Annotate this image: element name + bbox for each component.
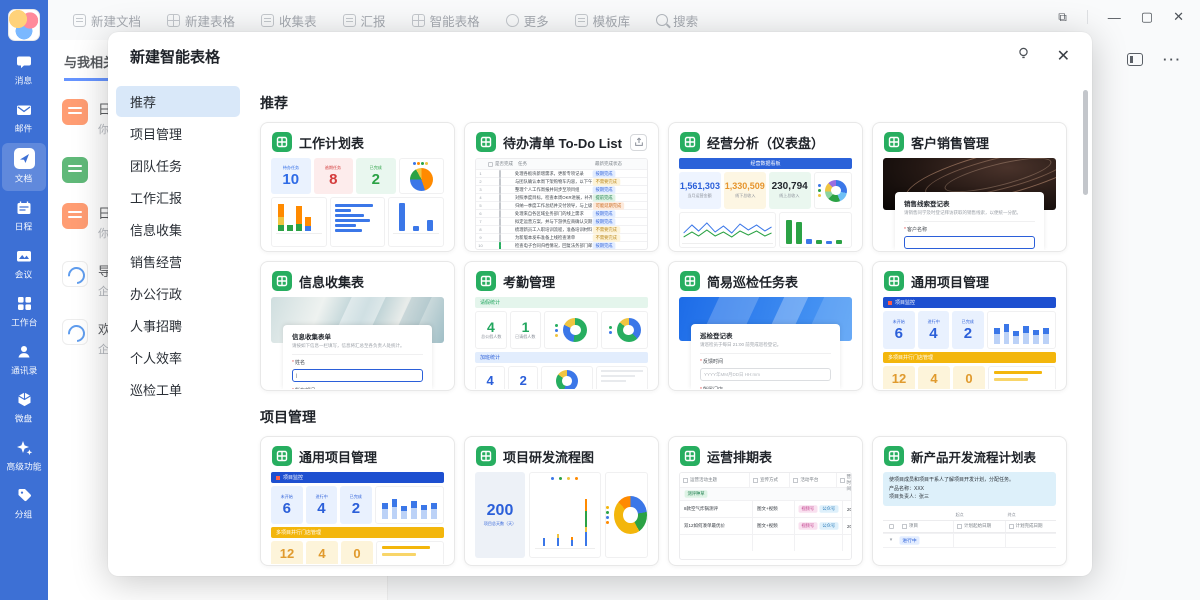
drive-icon: [15, 390, 34, 409]
modal-scrollbar[interactable]: [1083, 90, 1088, 195]
nav-personal-efficiency[interactable]: 个人效率: [116, 342, 240, 373]
rail-item-groups[interactable]: 分组: [2, 481, 46, 527]
nav-inspection[interactable]: 巡检工单: [116, 374, 240, 405]
toggle-sidebar-icon[interactable]: [1127, 53, 1143, 66]
more-options-icon[interactable]: ···: [1163, 52, 1182, 67]
nav-recommended[interactable]: 推荐: [116, 86, 240, 117]
smartsheet-icon: [680, 446, 700, 466]
rail-item-wedrive[interactable]: 微盘: [2, 385, 46, 431]
smartsheet-icon: [476, 132, 496, 152]
rail-item-messages[interactable]: 消息: [2, 47, 46, 93]
nav-sales[interactable]: 销售经营: [116, 246, 240, 277]
template-card-rnd-flow[interactable]: 项目研发流程图 200 项目总天数（天）: [464, 436, 659, 566]
smartsheet-icon: [884, 271, 904, 291]
minimize-button[interactable]: —: [1108, 10, 1121, 25]
template-card-info-collection[interactable]: 信息收集表 信息收集表单 请按如下信息一栏填写，信息将汇总至各负责人处统计。 姓…: [260, 261, 455, 391]
template-card-project-management[interactable]: 通用项目管理 项目监控 未开始6 进行中4 已完成2: [872, 261, 1067, 391]
smartsheet-icon: [884, 446, 904, 466]
chat-icon: [15, 52, 34, 71]
rail-item-meeting[interactable]: 会议: [2, 241, 46, 287]
project-monitor-banner: 项目监控: [883, 297, 1056, 308]
app-rail: 消息 邮件 文档 日程 会议 工作台 通讯录 微盘 高级功能 分组: [0, 0, 48, 600]
nav-team-tasks[interactable]: 团队任务: [116, 150, 240, 181]
rail-item-workbench[interactable]: 工作台: [2, 289, 46, 335]
docs-icon: [14, 148, 35, 169]
contacts-icon: [15, 342, 34, 361]
template-card-project-management[interactable]: 通用项目管理 项目监控 未开始6 进行中4 已完成2: [260, 436, 455, 566]
template-card-attendance[interactable]: 考勤管理 请假统计 4总公假人数 1已请假人数: [464, 261, 659, 391]
new-smart-sheet-dialog: 新建智能表格 ✕ 推荐 项目管理 团队任务 工作汇报 信息收集 销售经营 办公行…: [108, 32, 1092, 576]
customer-name-input[interactable]: [904, 236, 1035, 249]
nav-work-report[interactable]: 工作汇报: [116, 182, 240, 213]
smartsheet-icon: [476, 446, 496, 466]
template-card-new-product-plan[interactable]: 新产品开发流程计划表 使项目成员和项目干系人了解项目开发计划，分配任务。 产品名…: [872, 436, 1067, 566]
calendar-icon: [15, 198, 34, 217]
project-risk-banner: 多项目并行门店管理: [883, 352, 1056, 363]
smartsheet-icon: [476, 271, 496, 291]
rail-item-docs[interactable]: 文档: [2, 143, 46, 191]
project-monitor-banner: 项目监控: [271, 472, 444, 483]
nav-project-management[interactable]: 项目管理: [116, 118, 240, 149]
tag-icon: [15, 486, 34, 505]
close-window-button[interactable]: ✕: [1173, 9, 1184, 25]
smartsheet-icon: [884, 132, 904, 152]
dashboard-banner: 经营数据看板: [679, 158, 852, 169]
rail-item-contacts[interactable]: 通讯录: [2, 337, 46, 383]
dialog-header: 新建智能表格 ✕: [108, 32, 1092, 80]
rail-item-mail[interactable]: 邮件: [2, 95, 46, 141]
smartsheet-icon: [272, 132, 292, 152]
rail-item-calendar[interactable]: 日程: [2, 193, 46, 239]
section-title-recommended: 推荐: [260, 93, 1066, 113]
nav-office-admin[interactable]: 办公行政: [116, 278, 240, 309]
close-dialog-button[interactable]: ✕: [1057, 46, 1070, 66]
smartsheet-icon: [680, 132, 700, 152]
name-input[interactable]: |: [292, 369, 423, 382]
template-card-ops-schedule[interactable]: 运营排期表 运营活动主题 宣传方式 活动平台 运营时间 测评种草 8款空气炸锅测…: [668, 436, 863, 566]
feedback-time-input[interactable]: YYYY年MM月DD日 HH:mm: [700, 368, 831, 381]
template-card-crm[interactable]: 客户销售管理 销售线索登记表 请销售同学及时登记拜访获取的销售线索，以便统一分配…: [872, 122, 1067, 252]
nav-hr-recruiting[interactable]: 人事招聘: [116, 310, 240, 341]
section-title-project: 项目管理: [260, 407, 1066, 427]
nav-info-collection[interactable]: 信息收集: [116, 214, 240, 245]
grid-icon: [15, 294, 34, 313]
template-card-work-plan[interactable]: 工作计划表 待办任务10 逾期任务8 已完成2: [260, 122, 455, 252]
rail-item-advanced[interactable]: 高级功能: [2, 433, 46, 479]
share-icon[interactable]: [630, 134, 647, 151]
popout-icon[interactable]: ⧉: [1058, 10, 1067, 25]
maximize-button[interactable]: ▢: [1141, 9, 1153, 25]
sparkle-icon: [15, 438, 34, 457]
smartsheet-icon: [272, 271, 292, 291]
lightbulb-icon[interactable]: [1016, 46, 1031, 66]
dialog-title: 新建智能表格: [130, 46, 220, 67]
template-gallery: 推荐 工作计划表 待办任务10 逾期任务8 已完成2: [248, 80, 1092, 576]
secondary-controls: ···: [1127, 52, 1182, 67]
project-risk-banner: 多项目并行门店管理: [271, 527, 444, 538]
smartsheet-icon: [272, 446, 292, 466]
template-card-todo-list[interactable]: 待办清单 To-Do List 是否完成 任务 最新完成状态 1处理各板块新增需…: [464, 122, 659, 252]
smartsheet-icon: [680, 271, 700, 291]
template-category-nav: 推荐 项目管理 团队任务 工作汇报 信息收集 销售经营 办公行政 人事招聘 个人…: [108, 80, 248, 576]
divider: [1087, 10, 1088, 24]
template-card-business-analysis[interactable]: 经营分析（仪表盘） 经营数据看板 1,561,303当月运营金额 1,330,5…: [668, 122, 863, 252]
window-controls: ⧉ — ▢ ✕: [1058, 0, 1200, 34]
template-card-inspection[interactable]: 简易巡检任务表 巡检登记表 请巡检员于每日 21:00 前完成巡检登记。 反馈时…: [668, 261, 863, 391]
mail-icon: [15, 100, 34, 119]
avatar[interactable]: [8, 9, 40, 41]
meeting-icon: [15, 246, 34, 265]
